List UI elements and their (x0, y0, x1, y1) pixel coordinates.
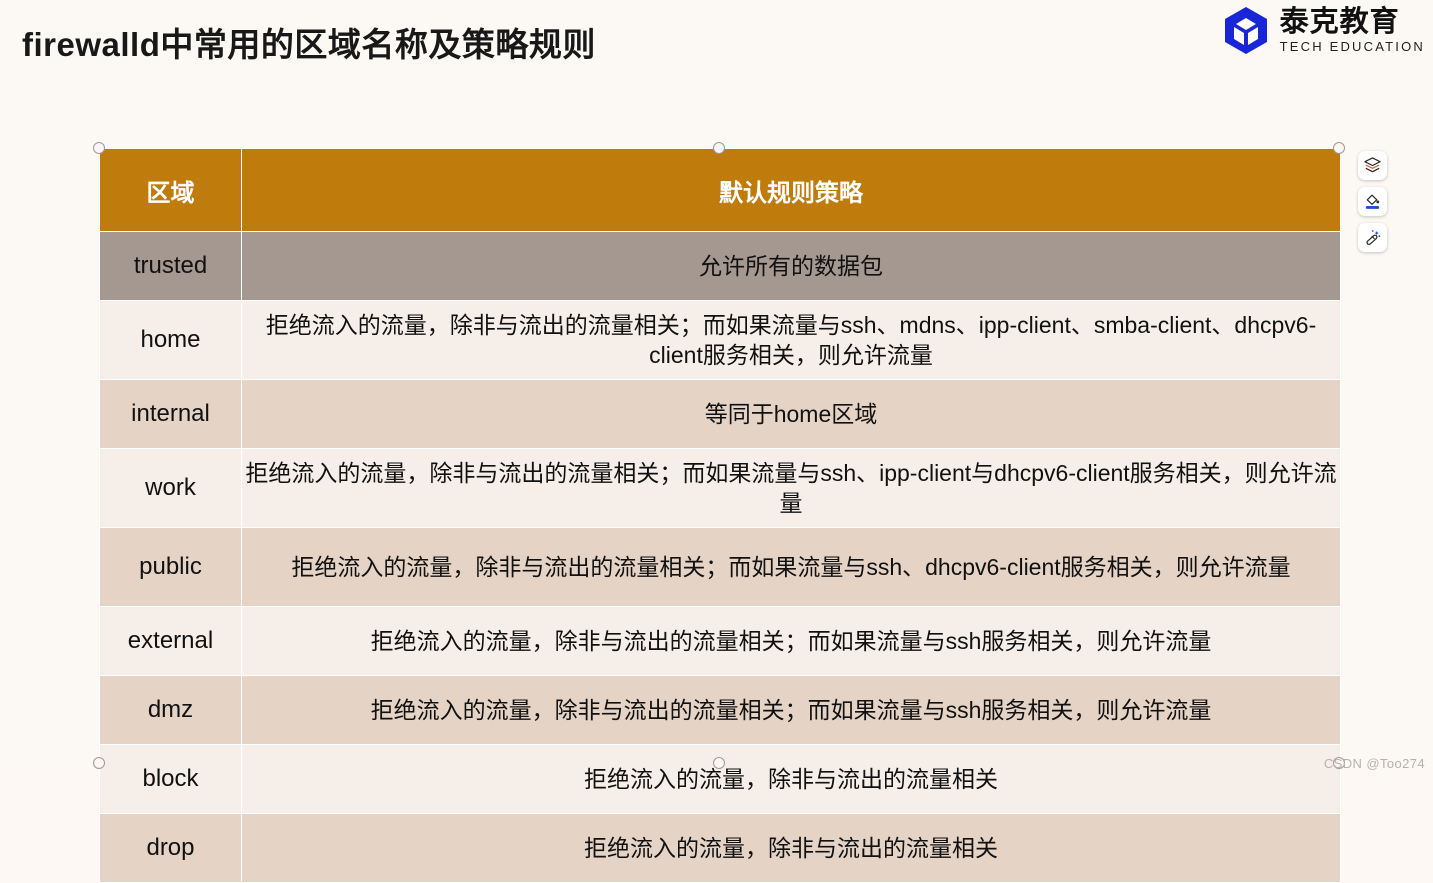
cell-zone-name: trusted (99, 231, 242, 301)
selection-handle-top-right[interactable] (1333, 142, 1345, 154)
zone-table[interactable]: 区域 默认规则策略 trusted 允许所有的数据包 home 拒绝流入的流量，… (99, 148, 1341, 883)
cell-zone-name: block (99, 744, 242, 814)
table-header: 区域 默认规则策略 (99, 148, 1341, 232)
table-row[interactable]: dmz 拒绝流入的流量，除非与流出的流量相关；而如果流量与ssh服务相关，则允许… (99, 675, 1341, 745)
selection-handle-top-left[interactable] (93, 142, 105, 154)
cell-zone-rule: 拒绝流入的流量，除非与流出的流量相关；而如果流量与ssh服务相关，则允许流量 (241, 606, 1341, 676)
zone-table-container[interactable]: 区域 默认规则策略 trusted 允许所有的数据包 home 拒绝流入的流量，… (99, 148, 1341, 883)
cell-zone-rule: 拒绝流入的流量，除非与流出的流量相关；而如果流量与ssh、mdns、ipp-cl… (241, 300, 1341, 380)
floating-tool-rail (1358, 151, 1387, 252)
layers-icon (1363, 156, 1382, 175)
table-row[interactable]: work 拒绝流入的流量，除非与流出的流量相关；而如果流量与ssh、ipp-cl… (99, 448, 1341, 528)
cell-zone-name: public (99, 527, 242, 607)
column-header-rule: 默认规则策略 (241, 148, 1341, 232)
cell-zone-rule: 允许所有的数据包 (241, 231, 1341, 301)
table-header-row: 区域 默认规则策略 (99, 148, 1341, 232)
page-title: firewalld中常用的区域名称及策略规则 (22, 26, 596, 63)
brand-name-en: TECH EDUCATION (1279, 38, 1425, 54)
cell-zone-name: drop (99, 813, 242, 883)
paint-bucket-tool-button[interactable] (1358, 187, 1387, 216)
magic-wand-tool-button[interactable] (1358, 223, 1387, 252)
table-body: trusted 允许所有的数据包 home 拒绝流入的流量，除非与流出的流量相关… (99, 231, 1341, 883)
cell-zone-name: dmz (99, 675, 242, 745)
cell-zone-name: work (99, 448, 242, 528)
cell-zone-rule: 等同于home区域 (241, 379, 1341, 449)
table-row[interactable]: internal 等同于home区域 (99, 379, 1341, 449)
magic-wand-icon (1363, 228, 1382, 247)
selection-handle-bottom-center[interactable] (713, 757, 725, 769)
cell-zone-rule: 拒绝流入的流量，除非与流出的流量相关 (241, 813, 1341, 883)
cell-zone-rule: 拒绝流入的流量，除非与流出的流量相关；而如果流量与ssh、ipp-client与… (241, 448, 1341, 528)
table-row[interactable]: block 拒绝流入的流量，除非与流出的流量相关 (99, 744, 1341, 814)
cell-zone-rule: 拒绝流入的流量，除非与流出的流量相关；而如果流量与ssh、dhcpv6-clie… (241, 527, 1341, 607)
paint-bucket-icon (1363, 192, 1382, 211)
table-row[interactable]: home 拒绝流入的流量，除非与流出的流量相关；而如果流量与ssh、mdns、i… (99, 300, 1341, 380)
table-row[interactable]: public 拒绝流入的流量，除非与流出的流量相关；而如果流量与ssh、dhcp… (99, 527, 1341, 607)
cell-zone-name: external (99, 606, 242, 676)
watermark: CSDN @Too274 (1323, 756, 1425, 771)
layers-tool-button[interactable] (1358, 151, 1387, 180)
selection-handle-bottom-left[interactable] (93, 757, 105, 769)
table-row[interactable]: external 拒绝流入的流量，除非与流出的流量相关；而如果流量与ssh服务相… (99, 606, 1341, 676)
table-row[interactable]: trusted 允许所有的数据包 (99, 231, 1341, 301)
table-row[interactable]: drop 拒绝流入的流量，除非与流出的流量相关 (99, 813, 1341, 883)
brand-name-cn: 泰克教育 (1279, 5, 1400, 38)
cell-zone-rule: 拒绝流入的流量，除非与流出的流量相关；而如果流量与ssh服务相关，则允许流量 (241, 675, 1341, 745)
brand-logo: 泰克教育 TECH EDUCATION (1220, 4, 1425, 56)
column-header-zone: 区域 (99, 148, 242, 232)
hexagon-cube-icon (1220, 4, 1272, 56)
cell-zone-rule: 拒绝流入的流量，除非与流出的流量相关 (241, 744, 1341, 814)
cell-zone-name: internal (99, 379, 242, 449)
cell-zone-name: home (99, 300, 242, 380)
selection-handle-top-center[interactable] (713, 142, 725, 154)
